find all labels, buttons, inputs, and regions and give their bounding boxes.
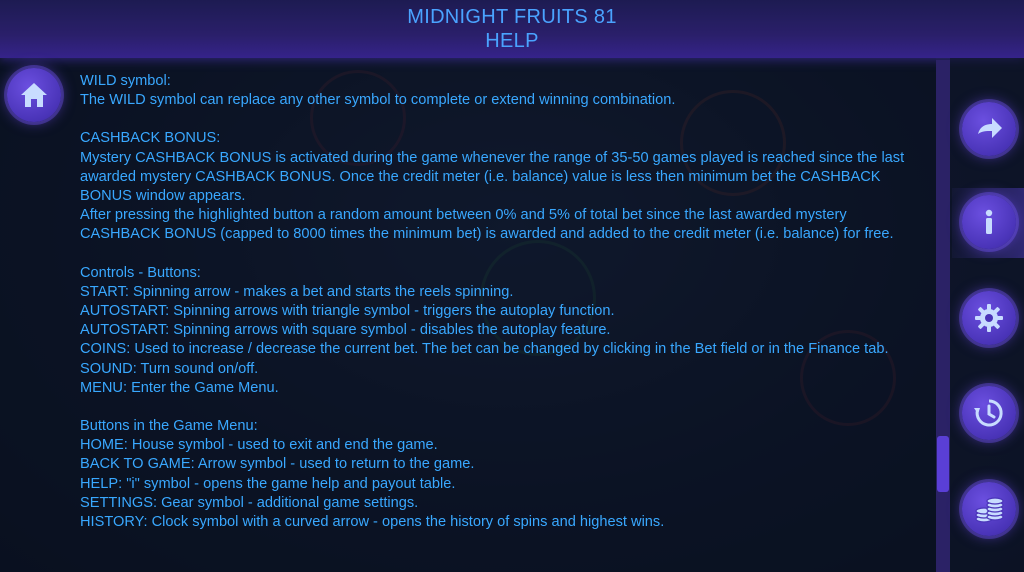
menu-item: HELP: "i" symbol - opens the game help a… [80,475,456,492]
controls-item: AUTOSTART: Spinning arrows with triangle… [80,303,615,320]
cashback-heading: CASHBACK BONUS: [80,130,221,147]
coins-icon [975,497,1004,523]
arrow-right-icon [978,118,1002,138]
cashback-text: After pressing the highlighted button a … [80,207,894,243]
menu-item: SETTINGS: Gear symbol - additional game … [80,494,419,511]
help-button[interactable] [962,195,1016,249]
menu-item: HISTORY: Clock symbol with a curved arro… [80,514,665,531]
game-title: MIDNIGHT FRUITS 81 [407,6,617,28]
wild-text: The WILD symbol can replace any other sy… [80,92,676,109]
controls-heading: Controls - Buttons: [80,264,201,281]
menu-item: HOME: House symbol - used to exit and en… [80,437,438,454]
menu-item: BACK TO GAME: Arrow symbol - used to ret… [80,456,475,473]
menu-heading: Buttons in the Game Menu: [80,418,258,435]
controls-item: AUTOSTART: Spinning arrows with square s… [80,322,611,339]
back-to-game-button[interactable] [962,102,1016,156]
controls-item: START: Spinning arrow - makes a bet and … [80,283,514,300]
page-title: HELP [485,30,539,52]
finance-button[interactable] [962,482,1016,536]
home-button[interactable] [7,68,61,122]
gear-icon [975,304,1003,332]
info-icon [985,209,993,234]
wild-heading: WILD symbol: [80,73,171,89]
controls-item: COINS: Used to increase / decrease the c… [80,341,889,358]
scrollbar-track[interactable] [936,60,950,572]
header: MIDNIGHT FRUITS 81 HELP [0,0,1024,58]
controls-item: MENU: Enter the Game Menu. [80,379,279,396]
cashback-text: Mystery CASHBACK BONUS is activated duri… [80,149,905,205]
help-text: WILD symbol: The WILD symbol can replace… [80,72,930,532]
controls-item: SOUND: Turn sound on/off. [80,360,259,377]
settings-button[interactable] [962,291,1016,345]
scrollbar-thumb[interactable] [937,436,949,492]
home-icon [21,83,47,107]
history-button[interactable] [962,386,1016,440]
history-icon [974,399,1003,427]
